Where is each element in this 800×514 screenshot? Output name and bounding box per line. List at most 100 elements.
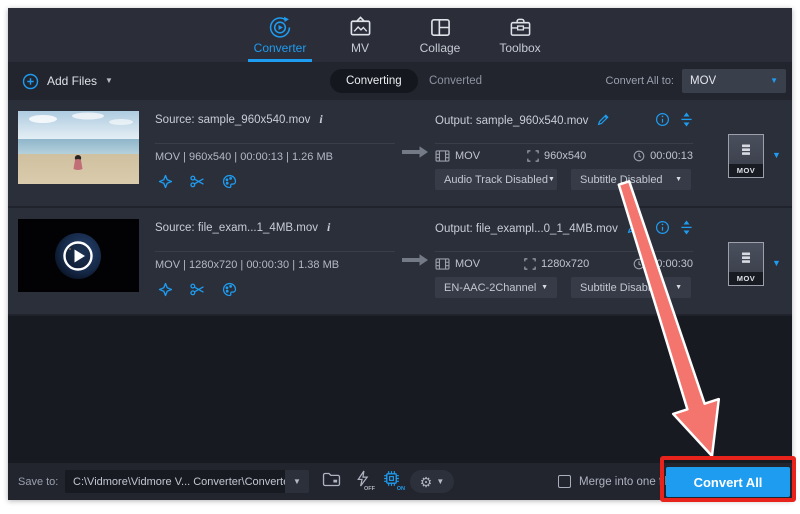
- tab-toolbox-label: Toolbox: [499, 41, 540, 55]
- chevron-down-icon: ▼: [541, 284, 548, 291]
- converter-icon: [268, 15, 292, 39]
- chevron-down-icon: ▼: [293, 478, 301, 486]
- file-toolbar: Add Files ▼ Converting Converted Convert…: [8, 62, 792, 100]
- output-dropdowns: Audio Track Disabled ▼ Subtitle Disabled…: [435, 169, 691, 190]
- output-resolution: 960x540: [527, 150, 586, 162]
- star-edit-icon[interactable]: [157, 173, 174, 190]
- chevron-down-icon: ▼: [548, 176, 555, 183]
- swap-vertical-icon[interactable]: [680, 220, 693, 238]
- folder-icon: [322, 472, 341, 492]
- audio-track-dropdown[interactable]: Audio Track Disabled ▼: [435, 169, 557, 190]
- divider: [155, 143, 395, 144]
- scissors-icon[interactable]: [189, 173, 206, 190]
- file-row-2: Source: file_exam...1_4MB.mov i MOV | 12…: [8, 208, 792, 316]
- output-format-badge[interactable]: MOV: [728, 242, 764, 286]
- convert-all-to-group: Convert All to: MOV ▼: [606, 62, 786, 100]
- subtitle-dropdown[interactable]: Subtitle Disabled ▼: [571, 169, 691, 190]
- tab-collage[interactable]: Collage: [404, 8, 476, 62]
- info-icon[interactable]: i: [327, 220, 330, 235]
- output-filename: Output: sample_960x540.mov: [435, 112, 693, 130]
- palette-icon[interactable]: [221, 173, 238, 190]
- source-filename: Source: sample_960x540.mov i: [155, 112, 323, 127]
- toolbox-icon: [508, 15, 532, 39]
- file-list: Source: sample_960x540.mov i MOV | 960x5…: [8, 100, 792, 316]
- subtitle-dropdown[interactable]: Subtitle Disabled ▼: [571, 277, 691, 298]
- output-format-badge[interactable]: MOV: [728, 134, 764, 178]
- save-path-field[interactable]: C:\Vidmore\Vidmore V... Converter\Conver…: [65, 470, 285, 493]
- pencil-icon[interactable]: [596, 113, 610, 130]
- palette-icon[interactable]: [221, 281, 238, 298]
- swap-vertical-icon[interactable]: [680, 112, 693, 130]
- off-label: OFF: [364, 486, 375, 492]
- info-circle-icon[interactable]: [655, 220, 670, 238]
- film-icon: [435, 258, 450, 270]
- convert-all-to-value: MOV: [690, 75, 716, 87]
- chevron-down-icon[interactable]: ▼: [105, 77, 113, 85]
- resolution-icon: [524, 258, 536, 270]
- chevron-down-icon: ▼: [436, 478, 444, 486]
- lightning-off-button[interactable]: OFF: [350, 470, 374, 493]
- merge-label: Merge into one file: [579, 476, 674, 488]
- tab-converting[interactable]: Converting: [330, 69, 418, 93]
- star-edit-icon[interactable]: [157, 281, 174, 298]
- audio-track-dropdown[interactable]: EN-AAC-2Channel ▼: [435, 277, 557, 298]
- output-format: MOV: [435, 150, 480, 162]
- output-metadata: MOV 1280x720 00:00: [435, 258, 693, 270]
- film-strip-icon: [729, 135, 763, 164]
- source-metadata: MOV | 1280x720 | 00:00:30 | 1.38 MB: [155, 259, 339, 271]
- source-filename: Source: file_exam...1_4MB.mov i: [155, 220, 330, 235]
- output-metadata: MOV 960x540 00:00:: [435, 150, 693, 162]
- mv-icon: [348, 15, 372, 39]
- settings-button[interactable]: ⚙ ▼: [410, 470, 454, 493]
- tab-mv-label: MV: [351, 41, 369, 55]
- film-icon: [435, 150, 450, 162]
- info-circle-icon[interactable]: [655, 112, 670, 130]
- save-path-dropdown-button[interactable]: ▼: [285, 470, 309, 493]
- collage-icon: [428, 15, 452, 39]
- edit-tools: [157, 281, 238, 298]
- output-duration: 00:00:30: [633, 258, 693, 270]
- convert-all-to-label: Convert All to:: [606, 75, 674, 87]
- video-thumbnail-beach[interactable]: [18, 111, 139, 184]
- convert-all-to-select[interactable]: MOV ▼: [682, 69, 786, 93]
- resolution-icon: [527, 150, 539, 162]
- tab-converter[interactable]: Converter: [244, 8, 316, 62]
- video-thumbnail-planet[interactable]: [18, 219, 139, 292]
- tab-converted[interactable]: Converted: [429, 69, 482, 93]
- film-strip-icon: [729, 243, 763, 272]
- tab-converter-label: Converter: [254, 41, 307, 55]
- output-format: MOV: [435, 258, 480, 270]
- scissors-icon[interactable]: [189, 281, 206, 298]
- chevron-down-icon: ▼: [675, 284, 682, 291]
- merge-checkbox[interactable]: [558, 475, 571, 488]
- open-folder-button[interactable]: [318, 470, 344, 493]
- output-dropdowns: EN-AAC-2Channel ▼ Subtitle Disabled ▼: [435, 277, 691, 298]
- plus-circle-icon: [22, 73, 39, 90]
- save-to-label: Save to:: [18, 463, 58, 500]
- tab-toolbox[interactable]: Toolbox: [484, 8, 556, 62]
- add-files-label: Add Files: [47, 74, 97, 88]
- info-icon[interactable]: i: [319, 112, 322, 127]
- main-tabs: Converter MV: [244, 8, 556, 62]
- chevron-down-icon: ▼: [675, 176, 682, 183]
- format-chevron-down-icon[interactable]: ▼: [772, 258, 781, 268]
- edit-tools: [157, 173, 238, 190]
- divider: [435, 143, 693, 144]
- tab-mv[interactable]: MV: [324, 8, 396, 62]
- chevron-down-icon: ▼: [770, 77, 778, 85]
- merge-group: Merge into one file: [558, 463, 674, 500]
- divider: [155, 251, 395, 252]
- output-resolution: 1280x720: [524, 258, 589, 270]
- tab-collage-label: Collage: [420, 41, 461, 55]
- hardware-acceleration-button[interactable]: ON: [378, 470, 404, 493]
- output-duration: 00:00:13: [633, 150, 693, 162]
- arrow-right-icon: [400, 252, 430, 268]
- format-chevron-down-icon[interactable]: ▼: [772, 150, 781, 160]
- pencil-icon[interactable]: [626, 221, 640, 238]
- output-filename: Output: file_exampl...0_1_4MB.mov: [435, 220, 693, 238]
- bottom-bar: Save to: C:\Vidmore\Vidmore V... Convert…: [8, 463, 792, 500]
- convert-all-button[interactable]: Convert All: [666, 467, 790, 497]
- add-files-button[interactable]: Add Files ▼: [22, 62, 113, 100]
- source-metadata: MOV | 960x540 | 00:00:13 | 1.26 MB: [155, 151, 333, 163]
- gear-icon: ⚙: [420, 475, 433, 489]
